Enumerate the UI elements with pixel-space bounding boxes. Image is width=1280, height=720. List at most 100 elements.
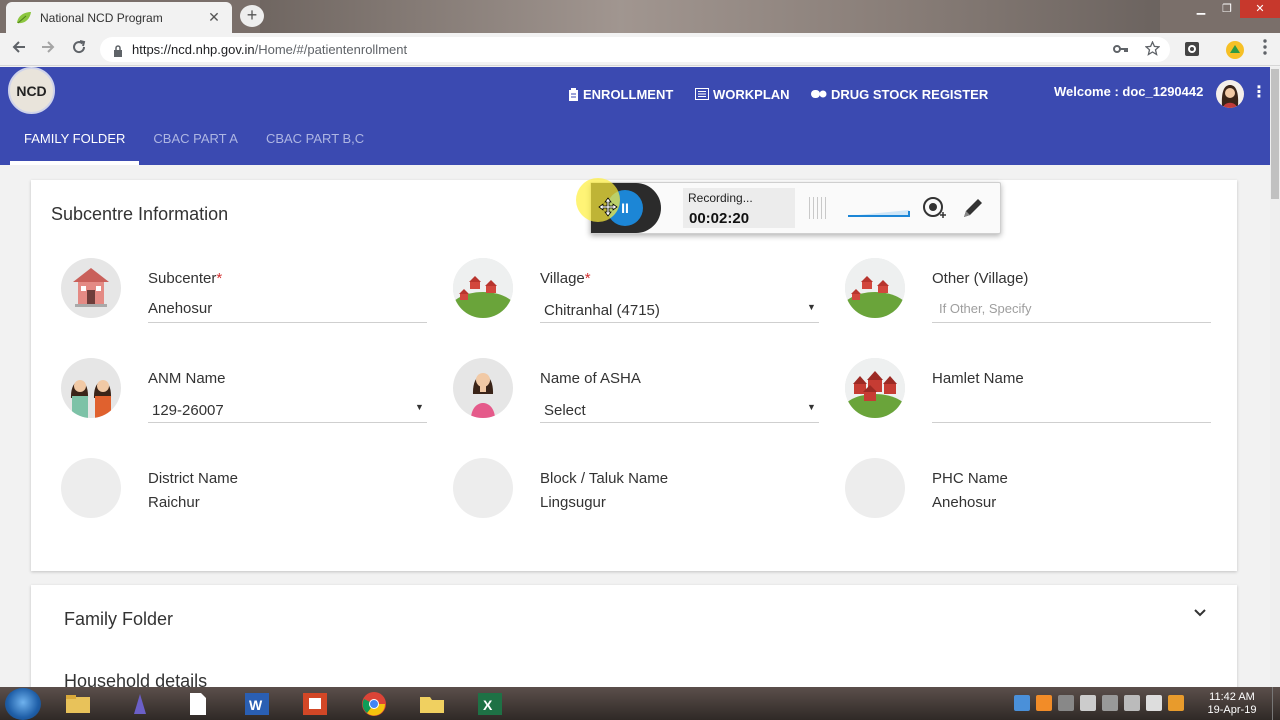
nav-enrollment[interactable]: ENROLLMENT: [568, 84, 673, 104]
restore-button[interactable]: ❐: [1214, 0, 1240, 18]
subcentre-card: Subcentre Information Subcenter* Anehosu…: [31, 180, 1237, 571]
browser-tab[interactable]: National NCD Program ✕: [6, 2, 232, 33]
volume-slider[interactable]: [847, 205, 911, 217]
close-icon[interactable]: ✕: [206, 9, 222, 26]
clipboard-icon: [568, 87, 579, 101]
tray-network-icon[interactable]: [1014, 695, 1030, 711]
excel-icon[interactable]: X: [474, 690, 506, 718]
avatar[interactable]: [1216, 80, 1244, 108]
block-field: Block / Taluk Name Lingsugur: [453, 458, 813, 538]
powerpoint-icon[interactable]: [299, 690, 331, 718]
required-marker: *: [584, 270, 591, 287]
nurses-icon: [61, 358, 121, 418]
tray-flag-icon[interactable]: [1102, 695, 1118, 711]
screen-recorder-toolbar: II Recording... 00:02:20: [590, 182, 1001, 234]
clock-date: 19-Apr-19: [1207, 704, 1257, 716]
back-icon[interactable]: [8, 39, 30, 61]
input-underline: [540, 322, 819, 323]
tab-title: National NCD Program: [40, 10, 163, 25]
nav-drug-stock-register[interactable]: DRUG STOCK REGISTER: [811, 84, 988, 104]
document-icon[interactable]: [182, 690, 214, 718]
other-village-label: Other (Village): [932, 270, 1029, 287]
forward-icon[interactable]: [37, 39, 59, 61]
ncd-logo[interactable]: NCD: [8, 67, 55, 114]
district-placeholder-icon: [61, 458, 121, 518]
svg-text:X: X: [483, 697, 493, 713]
recording-timer: Recording... 00:02:20: [683, 188, 795, 228]
nav-workplan[interactable]: WORKPLAN: [695, 84, 790, 104]
tab-cbac-part-bc[interactable]: CBAC PART B,C: [252, 119, 378, 165]
tray-signal-icon[interactable]: [1058, 695, 1074, 711]
subcenter-label: Subcenter: [148, 270, 217, 287]
show-desktop-button[interactable]: [1272, 687, 1280, 720]
dropdown-caret-icon[interactable]: ▼: [807, 302, 816, 312]
anm-select[interactable]: 129-26007: [152, 402, 224, 419]
welcome-text: Welcome : doc_1290442: [1054, 84, 1204, 99]
app-icon[interactable]: [124, 690, 156, 718]
profile-extension-icon[interactable]: [1225, 40, 1245, 60]
tab-cbac-part-a[interactable]: CBAC PART A: [139, 119, 252, 165]
tab-family-folder[interactable]: FAMILY FOLDER: [10, 119, 140, 165]
village-icon: [845, 258, 905, 318]
folder-icon[interactable]: [416, 690, 448, 718]
volume-icon[interactable]: [1146, 695, 1162, 711]
new-tab-button[interactable]: +: [240, 5, 264, 27]
system-tray: [1014, 695, 1184, 711]
asha-label: Name of ASHA: [540, 370, 641, 387]
pills-icon: [811, 88, 827, 100]
phc-field: PHC Name Anehosur: [845, 458, 1205, 538]
chevron-down-icon[interactable]: [1193, 605, 1207, 623]
nav-drug-stock-register-label: DRUG STOCK REGISTER: [831, 86, 989, 102]
nav-enrollment-label: ENROLLMENT: [583, 86, 674, 102]
family-folder-card[interactable]: Family Folder Household details: [31, 585, 1237, 695]
input-underline: [932, 322, 1211, 323]
webcam-icon[interactable]: [921, 195, 947, 221]
key-icon[interactable]: [1113, 42, 1129, 58]
user-menu-icon[interactable]: ⋮: [1251, 85, 1267, 101]
subcenter-field: Subcenter* Anehosur: [61, 258, 427, 338]
village-label: Village: [540, 270, 585, 287]
tray-app-icon[interactable]: [1036, 695, 1052, 711]
district-field: District Name Raichur: [61, 458, 421, 538]
chrome-icon[interactable]: [358, 690, 390, 718]
asha-select[interactable]: Select: [544, 402, 586, 419]
list-icon: [695, 88, 709, 100]
hamlet-label: Hamlet Name: [932, 370, 1024, 387]
nav-workplan-label: WORKPLAN: [713, 86, 790, 102]
anm-label: ANM Name: [148, 370, 226, 387]
village-field: Village* Chitranhal (4715) ▼: [453, 258, 819, 338]
minimize-button[interactable]: ▁: [1188, 0, 1214, 18]
pencil-icon[interactable]: [960, 195, 986, 221]
tray-sync-icon[interactable]: [1168, 695, 1184, 711]
tray-security-icon[interactable]: [1080, 695, 1096, 711]
taskbar-clock[interactable]: 11:42 AM 19-Apr-19: [1200, 691, 1264, 717]
move-cursor-icon: [598, 197, 618, 217]
dropdown-caret-icon[interactable]: ▼: [807, 402, 816, 412]
reload-icon[interactable]: [68, 39, 90, 61]
hamlet-field: Hamlet Name: [845, 358, 1211, 438]
phc-placeholder-icon: [845, 458, 905, 518]
dropdown-caret-icon[interactable]: ▼: [415, 402, 424, 412]
scrollbar-thumb[interactable]: [1271, 69, 1279, 199]
block-placeholder-icon: [453, 458, 513, 518]
explorer-icon[interactable]: [62, 690, 94, 718]
url-field[interactable]: https://ncd.nhp.gov.in/Home/#/patientenr…: [100, 37, 1170, 62]
start-button[interactable]: [5, 688, 41, 720]
family-folder-title: Family Folder: [64, 609, 174, 629]
word-icon[interactable]: W: [241, 690, 273, 718]
other-village-input[interactable]: If Other, Specify: [939, 301, 1032, 316]
input-underline: [148, 322, 427, 323]
window-close-button[interactable]: ✕: [1240, 0, 1280, 18]
tray-screen-icon[interactable]: [1124, 695, 1140, 711]
phc-value: Anehosur: [932, 494, 997, 511]
recording-time: 00:02:20: [689, 210, 750, 227]
shield-extension-icon[interactable]: [1183, 40, 1203, 60]
village-select[interactable]: Chitranhal (4715): [544, 302, 660, 319]
browser-menu-icon[interactable]: [1254, 39, 1276, 61]
url-host: https://ncd.nhp.gov.in: [132, 42, 255, 57]
star-icon[interactable]: [1144, 39, 1161, 59]
other-village-field: Other (Village) If Other, Specify: [845, 258, 1211, 338]
anm-field: ANM Name 129-26007 ▼: [61, 358, 427, 438]
required-marker: *: [216, 270, 223, 287]
subcenter-input[interactable]: Anehosur: [148, 300, 212, 317]
